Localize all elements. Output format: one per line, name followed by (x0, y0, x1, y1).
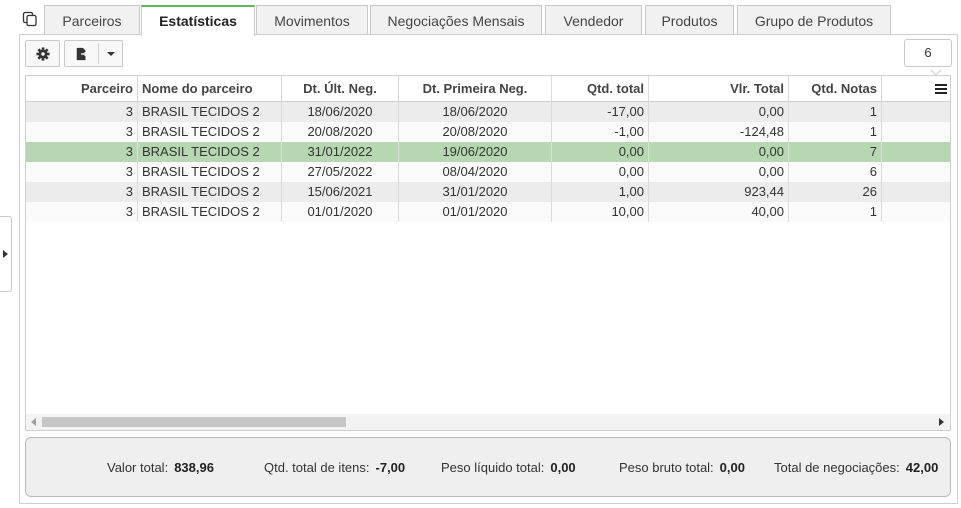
column-header-dt-primeira-neg[interactable]: Dt. Primeira Neg. (399, 76, 552, 102)
cell-vlr-total: 0,00 (649, 162, 789, 182)
cell-dt-primeira: 31/01/2020 (399, 182, 552, 202)
totals-footer: Valor total: 838,96 Qtd. total de itens: -… (25, 437, 951, 497)
cell-vlr-total: 40,00 (649, 202, 789, 222)
table-row[interactable]: 3 BRASIL TECIDOS 2 01/01/2020 01/01/2020… (26, 202, 950, 222)
column-header-qtd-notas[interactable]: Qtd. Notas (789, 76, 882, 102)
peso-bruto-value: 0,00 (719, 460, 745, 475)
scroll-left-icon[interactable] (31, 418, 36, 426)
export-icon (76, 47, 88, 61)
cell-vlr-total: -124,48 (649, 122, 789, 142)
cell-qtd-notas: 6 (789, 162, 882, 182)
table-row[interactable]: 3 BRASIL TECIDOS 2 15/06/2021 31/01/2020… (26, 182, 950, 202)
cell-parceiro: 3 (26, 102, 138, 122)
cell-qtd-total: 0,00 (552, 162, 649, 182)
cell-parceiro: 3 (26, 182, 138, 202)
table-row[interactable]: 3 BRASIL TECIDOS 2 27/05/2022 08/04/2020… (26, 162, 950, 182)
caret-down-icon[interactable] (107, 52, 115, 56)
cell-qtd-notas: 26 (789, 182, 882, 202)
tab-movimentos[interactable]: Movimentos (256, 5, 368, 35)
horizontal-scrollbar[interactable] (26, 414, 950, 430)
cell-dt-ult: 01/01/2020 (282, 202, 399, 222)
total-negociacoes: Total de negociações: 42,00 (774, 460, 938, 476)
cell-nome: BRASIL TECIDOS 2 (138, 102, 282, 122)
cell-nome: BRASIL TECIDOS 2 (138, 182, 282, 202)
cell-parceiro: 3 (26, 202, 138, 222)
table-row-selected[interactable]: 3 BRASIL TECIDOS 2 31/01/2022 19/06/2020… (26, 142, 950, 162)
cell-dt-primeira: 20/08/2020 (399, 122, 552, 142)
column-header-nome-parceiro[interactable]: Nome do parceiro (138, 76, 282, 102)
cell-qtd-total: -1,00 (552, 122, 649, 142)
cell-qtd-notas: 7 (789, 142, 882, 162)
cell-nome: BRASIL TECIDOS 2 (138, 142, 282, 162)
column-header-qtd-total[interactable]: Qtd. total (552, 76, 649, 102)
scrollbar-thumb[interactable] (42, 417, 346, 427)
side-panel-toggle[interactable] (0, 216, 12, 292)
button-divider (98, 43, 99, 64)
peso-bruto-total: Peso bruto total: 0,00 (619, 460, 745, 476)
column-menu-icon[interactable] (935, 82, 947, 96)
qtd-itens-value: -7,00 (375, 460, 406, 475)
column-header-parceiro[interactable]: Parceiro (26, 76, 138, 102)
column-header-dt-ult-neg[interactable]: Dt. Últ. Neg. (282, 76, 399, 102)
valor-total-value: 838,96 (174, 460, 214, 475)
statistics-panel: 6 Parceiro Nome do parceiro Dt. Últ. Neg… (19, 34, 958, 504)
gear-icon (36, 47, 50, 61)
cell-qtd-total: -17,00 (552, 102, 649, 122)
tab-parceiros[interactable]: Parceiros (44, 5, 140, 35)
table-row[interactable]: 3 BRASIL TECIDOS 2 20/08/2020 20/08/2020… (26, 122, 950, 142)
cell-dt-ult: 15/06/2021 (282, 182, 399, 202)
cell-vlr-total: 923,44 (649, 182, 789, 202)
cell-parceiro: 3 (26, 162, 138, 182)
cell-parceiro: 3 (26, 142, 138, 162)
valor-total: Valor total: 838,96 (107, 460, 214, 476)
cell-dt-ult: 20/08/2020 (282, 122, 399, 142)
cell-qtd-notas: 1 (789, 122, 882, 142)
cell-dt-primeira: 18/06/2020 (399, 102, 552, 122)
column-header-vlr-total[interactable]: Vlr. Total (649, 76, 789, 102)
cell-dt-primeira: 08/04/2020 (399, 162, 552, 182)
cell-nome: BRASIL TECIDOS 2 (138, 202, 282, 222)
expand-arrow-icon (3, 250, 8, 258)
negociacoes-value: 42,00 (905, 460, 939, 475)
tab-negociacoes-mensais[interactable]: Negociações Mensais (370, 5, 542, 35)
cell-dt-ult: 18/06/2020 (282, 102, 399, 122)
tab-produtos[interactable]: Produtos (645, 5, 734, 35)
tab-estatisticas[interactable]: Estatísticas (141, 5, 255, 36)
cell-dt-primeira: 01/01/2020 (399, 202, 552, 222)
export-button[interactable] (64, 40, 123, 67)
cell-qtd-notas: 1 (789, 202, 882, 222)
table-row[interactable]: 3 BRASIL TECIDOS 2 18/06/2020 18/06/2020… (26, 102, 950, 122)
tab-vendedor[interactable]: Vendedor (545, 5, 642, 35)
qtd-itens-label: Qtd. total de itens: (264, 460, 370, 475)
copy-icon[interactable] (22, 11, 38, 27)
peso-liquido-value: 0,00 (550, 460, 576, 475)
cell-vlr-total: 0,00 (649, 102, 789, 122)
cell-nome: BRASIL TECIDOS 2 (138, 162, 282, 182)
negociacoes-label: Total de negociações: (774, 460, 900, 475)
valor-total-label: Valor total: (107, 460, 169, 475)
peso-liquido-total: Peso líquido total: 0,00 (441, 460, 576, 476)
peso-liquido-label: Peso líquido total: (441, 460, 545, 475)
cell-qtd-notas: 1 (789, 102, 882, 122)
record-count-badge: 6 (904, 39, 952, 67)
cell-nome: BRASIL TECIDOS 2 (138, 122, 282, 142)
qtd-total-itens: Qtd. total de itens: -7,00 (264, 460, 405, 476)
cell-qtd-total: 10,00 (552, 202, 649, 222)
cell-vlr-total: 0,00 (649, 142, 789, 162)
tab-grupo-de-produtos[interactable]: Grupo de Produtos (737, 5, 891, 35)
cell-parceiro: 3 (26, 122, 138, 142)
cell-qtd-total: 0,00 (552, 142, 649, 162)
cell-dt-ult: 27/05/2022 (282, 162, 399, 182)
peso-bruto-label: Peso bruto total: (619, 460, 714, 475)
settings-button[interactable] (25, 40, 60, 67)
scroll-right-icon[interactable] (939, 418, 944, 426)
cell-dt-ult: 31/01/2022 (282, 142, 399, 162)
cell-dt-primeira: 19/06/2020 (399, 142, 552, 162)
cell-qtd-total: 1,00 (552, 182, 649, 202)
grid-header: Parceiro Nome do parceiro Dt. Últ. Neg. … (26, 76, 950, 102)
statistics-grid: Parceiro Nome do parceiro Dt. Últ. Neg. … (25, 75, 951, 431)
